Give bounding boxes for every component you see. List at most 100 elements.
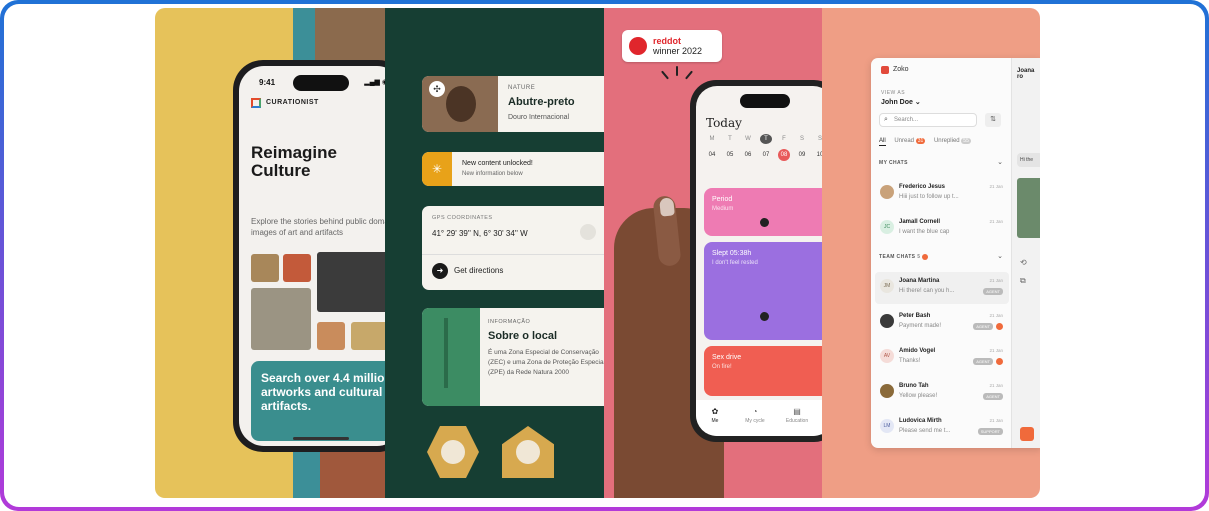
user-switcher[interactable]: John Doe ⌄	[881, 98, 921, 106]
panel-curationist: 9:41 ▂▄▆ ◉ CURATIONIST ○ Reimagine Cultu…	[155, 8, 385, 498]
tab-my-cycle[interactable]: ◔ My cycle	[740, 407, 770, 424]
chat-row-selected[interactable]: JM Joana Martina Hi there! can you h... …	[875, 272, 1009, 304]
conversation-pane: ⟲ ⧉	[1011, 58, 1040, 448]
artwork-backdrop-top	[315, 8, 385, 68]
get-directions-link[interactable]: Get directions	[454, 266, 503, 275]
dynamic-island	[292, 75, 349, 91]
home-indicator	[292, 437, 349, 440]
thumbnail-nail	[659, 197, 675, 217]
chat-image[interactable]	[1017, 178, 1040, 238]
info-title: Sobre o local	[488, 330, 558, 342]
filter-icon[interactable]: ⇅	[985, 113, 1001, 127]
unread-dot	[996, 323, 1003, 330]
gps-coordinates: 41° 29' 39'' N, 6° 30' 34'' W	[432, 229, 528, 238]
weekday: M	[709, 136, 715, 142]
sleep-card[interactable]: Slept 05:38h I don't feel rested	[704, 242, 822, 340]
tab-all[interactable]: All	[879, 138, 886, 146]
unlock-notification[interactable]: ✳ New content unlocked! New information …	[422, 152, 604, 186]
art-thumbnail[interactable]	[251, 288, 311, 350]
mic-button[interactable]	[1020, 427, 1034, 441]
art-thumbnail[interactable]	[351, 322, 385, 350]
chat-row[interactable]: Bruno Tah Yellow please! 21 Jan AGENT	[875, 377, 1009, 409]
agent-tag: AGENT	[973, 358, 993, 365]
chat-time: 21 Jan	[989, 184, 1003, 189]
tab-label: Education	[785, 418, 809, 424]
period-card[interactable]: Period Medium	[704, 188, 822, 236]
directions-arrow-icon[interactable]: ➜	[432, 263, 448, 279]
date-selected[interactable]: 08	[778, 149, 790, 161]
copy-icon[interactable]	[580, 224, 596, 240]
chat-row[interactable]: AV Amido Vogel Thanks! 21 Jan AGENT	[875, 342, 1009, 374]
team-chats-label: TEAM CHATS 5	[879, 254, 928, 260]
phone-screen: 9:41 ▂▄▆ ◉ CURATIONIST ○ Reimagine Cultu…	[239, 66, 385, 446]
art-thumbnail[interactable]	[283, 254, 311, 282]
chevron-down-icon[interactable]: ⌄	[997, 252, 1003, 260]
team-unread-dot	[922, 254, 928, 260]
date[interactable]: 04	[706, 152, 718, 158]
date[interactable]: 10	[814, 152, 822, 158]
avatar	[880, 384, 894, 398]
art-thumbnail[interactable]	[317, 252, 385, 312]
chat-time: 21 Jan	[989, 418, 1003, 423]
info-label: INFORMAÇÃO	[488, 319, 531, 325]
tab-education[interactable]: ▤ Education	[782, 407, 812, 424]
reddot-logo-icon	[629, 37, 647, 55]
search-input[interactable]: ⌕ Search...	[879, 113, 977, 127]
nature-card[interactable]: ✣ NATURE Abutre-preto Douro Internaciona…	[422, 76, 604, 132]
chat-name: Amido Vogel	[899, 348, 936, 354]
nature-label: NATURE	[508, 85, 536, 91]
award-name: reddot	[653, 36, 681, 46]
cycle-icon: ◔	[752, 407, 758, 416]
tab-unread[interactable]: Unread 31	[894, 138, 926, 144]
chat-preview: Thanks!	[899, 358, 921, 364]
info-card[interactable]: INFORMAÇÃO Sobre o local É uma Zona Espe…	[422, 308, 604, 406]
today-heading: Today	[706, 116, 742, 130]
section-label: TEAM CHATS	[879, 254, 916, 260]
weekday-selected[interactable]: T	[760, 134, 772, 144]
chat-row[interactable]: JC Jamall Cornell I want the blue cap 21…	[875, 213, 1009, 245]
search-cta-card[interactable]: Search over 4.4 million artworks and cul…	[251, 361, 385, 441]
chat-row[interactable]: LM Ludovica Mirth Please send me t... 21…	[875, 412, 1009, 444]
slider-knob[interactable]	[760, 218, 769, 227]
signal-icon: ▂▄▆ ◉	[364, 79, 385, 86]
support-tag: SUPPORT	[977, 428, 1003, 435]
conversation-header: Joana ro	[1017, 68, 1035, 80]
chat-filter-tabs: All Unread 31 Unreplied 55	[879, 138, 978, 146]
tab-label: My cycle	[745, 418, 765, 424]
chat-time: 21 Jan	[989, 383, 1003, 388]
panel-nature-app: ✣ NATURE Abutre-preto Douro Internaciona…	[385, 8, 604, 498]
tab-me[interactable]: ✿ Me	[700, 407, 730, 424]
tab-unreplied[interactable]: Unreplied 55	[934, 138, 971, 144]
chat-time: 21 Jan	[989, 313, 1003, 318]
unread-count: 31	[915, 138, 926, 144]
artwork-backdrop-bottom	[320, 448, 385, 498]
avatar: LM	[880, 419, 894, 433]
flower-icon: ✿	[711, 407, 719, 416]
date[interactable]: 07	[760, 152, 772, 158]
art-thumbnail[interactable]	[251, 254, 279, 282]
info-text: É uma Zona Especial de Conservação (ZEC)…	[488, 349, 604, 376]
weekday: S	[817, 136, 822, 142]
tab-label: Me	[711, 418, 719, 424]
date[interactable]: 09	[796, 152, 808, 158]
sex-drive-card[interactable]: Sex drive On fire!	[704, 346, 822, 396]
avatar: AV	[880, 349, 894, 363]
chat-row[interactable]: Frederico Jesus Hiii just to follow up t…	[875, 178, 1009, 210]
chat-name: Peter Bash	[899, 313, 931, 319]
date[interactable]: 06	[742, 152, 754, 158]
chat-preview: I want the blue cap	[899, 229, 950, 235]
view-as-label: VIEW AS	[881, 90, 906, 96]
art-thumbnail[interactable]	[317, 322, 345, 350]
my-chats-label: MY CHATS	[879, 160, 908, 166]
copy-icon[interactable]: ⧉	[1020, 276, 1030, 286]
slider-knob[interactable]	[760, 312, 769, 321]
card-title: Sex drive	[712, 354, 742, 361]
chevron-down-icon[interactable]: ⌄	[997, 158, 1003, 166]
description: Explore the stories behind public domain…	[251, 217, 385, 237]
chat-name: Frederico Jesus	[899, 184, 946, 190]
badge-center	[516, 440, 540, 464]
refresh-icon[interactable]: ⟲	[1020, 258, 1030, 268]
unreplied-count: 55	[961, 138, 971, 144]
date[interactable]: 05	[724, 152, 736, 158]
chat-row[interactable]: Peter Bash Payment made! 21 Jan AGENT	[875, 307, 1009, 339]
